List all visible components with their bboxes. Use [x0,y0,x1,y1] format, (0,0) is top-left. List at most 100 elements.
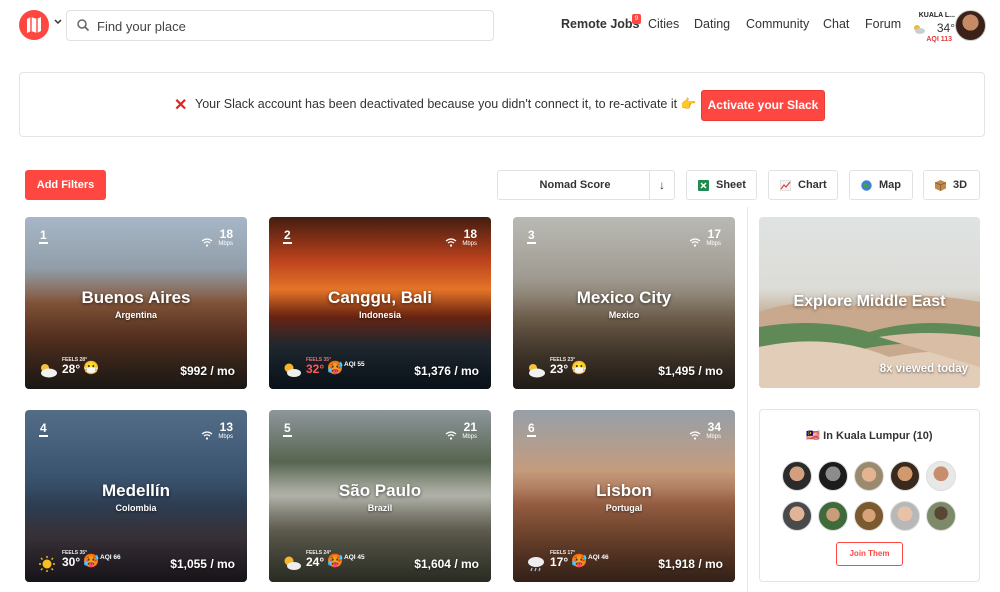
city-aqi: AQI 45 [344,554,365,561]
member-avatar[interactable] [854,501,884,531]
3d-view-button[interactable]: 3D [923,170,980,200]
member-avatar[interactable] [782,461,812,491]
activate-slack-button[interactable]: Activate your Slack [701,90,825,121]
city-card[interactable]: 3 17 Mbps Mexico City Mexico FEELS 23° 23° 😷 $1,… [513,217,735,389]
weather-aqi: AQI 113 [926,36,952,43]
search-box[interactable] [66,10,494,41]
wifi-icon-wrap [445,427,457,445]
chart-view-button[interactable]: Chart [768,170,838,200]
nav-dating[interactable]: Dating [694,17,730,31]
city-country: Mexico [608,310,640,320]
alert-message: Your Slack account has been deactivated … [195,97,697,111]
sunny-icon [38,555,56,577]
nav-community[interactable]: Community [746,17,809,31]
city-rank: 6 [527,421,536,437]
city-card[interactable]: 5 21 Mbps São Paulo Brazil FEELS 24° 24° 🥵 AQI 4… [269,410,491,582]
member-avatar[interactable] [926,461,956,491]
member-avatar[interactable] [890,461,920,491]
partly-cloudy-icon [526,362,546,382]
explore-middle-east-card[interactable]: Explore Middle East 8x viewed today [759,217,980,388]
explore-views: 8x viewed today [879,363,968,375]
cost-of-living: $992 / mo [180,364,235,378]
city-temperature: 30° [62,555,81,569]
speed-value: 34 [707,420,721,434]
cost-of-living: $1,055 / mo [170,557,235,571]
city-card[interactable]: 2 18 Mbps Canggu, Bali Indonesia FEELS 35° 32°… [269,217,491,389]
air-quality-face-icon: 🥵 [571,553,588,568]
speed-value: 18 [463,227,477,241]
weather-city: KUALA L... [918,12,955,19]
globe-icon [861,180,872,191]
nav-forum[interactable]: Forum [865,17,901,31]
chevron-down-icon[interactable] [53,17,63,27]
map-view-button[interactable]: Map [849,170,913,200]
city-name: Lisbon [596,481,652,500]
rain-cloud-icon [526,555,546,576]
cost-of-living: $1,604 / mo [414,557,479,571]
internet-speed: 18 Mbps [218,228,233,248]
wifi-icon [201,238,213,247]
wifi-icon-wrap [201,234,213,252]
wifi-icon [689,238,701,247]
city-rank: 3 [527,228,536,244]
member-avatar[interactable] [818,461,848,491]
air-quality-face-icon: 🥵 [83,553,100,568]
city-country: Indonesia [358,310,401,320]
sort-direction-button[interactable]: ↓ [649,171,674,199]
city-card[interactable]: 6 34 Mbps Lisbon Portugal FEELS 17° 17° 🥵 AQI 46… [513,410,735,582]
nav-remote-jobs[interactable]: Remote Jobs [561,17,640,31]
current-weather[interactable]: KUALA L... 34° AQI 113 [905,10,955,46]
add-filters-button[interactable]: Add Filters [25,170,106,200]
cost-of-living: $1,495 / mo [658,364,723,378]
sheet-label: Sheet [716,179,746,191]
join-them-button[interactable]: Join Them [836,542,903,566]
city-name: Buenos Aires [81,288,191,307]
chart-label: Chart [798,179,827,191]
city-card[interactable]: 1 18 Mbps Buenos Aires Argentina FEELS 28° 28°… [25,217,247,389]
member-avatar[interactable] [782,501,812,531]
nav-chat[interactable]: Chat [823,17,849,31]
internet-speed: 21 Mbps [462,421,477,441]
speed-unit: Mbps [218,241,233,247]
user-avatar[interactable] [955,10,986,41]
slack-alert: ✕ Your Slack account has been deactivate… [19,72,985,137]
partly-cloudy-icon [38,362,58,382]
sun-cloud-icon [282,362,302,382]
speed-value: 18 [219,227,233,241]
members-heading: 🇲🇾 In Kuala Lumpur (10) [806,430,933,442]
city-country: Colombia [115,503,157,513]
city-rank: 2 [283,228,292,244]
air-quality-face-icon: 😷 [83,360,100,375]
city-temperature: 28° [62,362,81,376]
speed-value: 21 [463,420,477,434]
air-quality-face-icon: 🥵 [327,360,344,375]
member-avatar[interactable] [890,501,920,531]
city-temperature: 24° [306,555,325,569]
speed-unit: Mbps [706,241,721,247]
city-rank: 1 [39,228,48,244]
members-in-city-panel: 🇲🇾 In Kuala Lumpur (10) Join Them [759,409,980,582]
wifi-icon [445,238,457,247]
internet-speed: 17 Mbps [706,228,721,248]
member-avatar[interactable] [818,501,848,531]
city-card[interactable]: 4 13 Mbps Medellín Colombia FEELS 35° 30° 🥵 AQI … [25,410,247,582]
error-x-icon: ✕ [174,97,188,114]
city-name: Medellín [101,481,170,500]
speed-unit: Mbps [706,434,721,440]
spreadsheet-icon [698,180,709,191]
city-country: Argentina [114,310,157,320]
nomadlist-logo[interactable] [19,10,49,40]
member-avatar[interactable] [854,461,884,491]
sort-select[interactable]: Nomad Score [498,171,652,199]
nav-cities[interactable]: Cities [648,17,679,31]
city-name: Mexico City [576,288,672,307]
search-input[interactable] [97,16,477,36]
city-aqi: AQI 55 [344,361,365,368]
speed-unit: Mbps [218,434,233,440]
member-avatar[interactable] [926,501,956,531]
wifi-icon-wrap [689,427,701,445]
sheet-view-button[interactable]: Sheet [686,170,757,200]
sun-cloud-icon [282,555,302,575]
sort-control[interactable]: Nomad Score ↓ [497,170,675,200]
city-temperature: 17° [550,555,569,569]
